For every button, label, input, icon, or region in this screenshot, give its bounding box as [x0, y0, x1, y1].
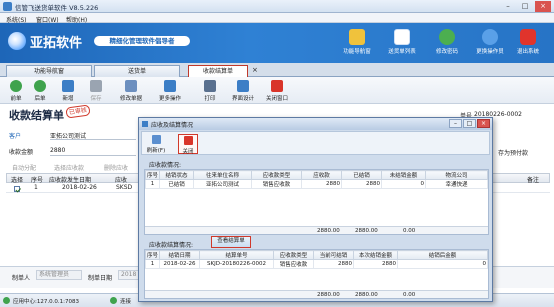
amount-label: 收款金额 [9, 149, 34, 156]
ui-design-button[interactable]: 界面设计 [228, 79, 258, 102]
maximize-icon[interactable]: □ [517, 1, 533, 12]
tab-close-icon[interactable]: × [252, 66, 258, 74]
row-checkbox[interactable] [14, 185, 20, 192]
refresh-button[interactable]: 刷新(F) [146, 134, 166, 154]
print-icon [204, 80, 216, 92]
close-icon[interactable]: × [535, 1, 551, 12]
prev-doc-button[interactable]: 前单 [4, 79, 28, 102]
receivable-grid: 序号 结销状态 往来单位名称 应收款类型 应收款 已结销 未结销金额 物流公司 … [144, 169, 489, 235]
page-title: 收款结算单 [9, 109, 64, 122]
dialog-close-icon[interactable]: × [477, 119, 490, 128]
dialog-close-button[interactable]: 关闭 [178, 134, 198, 155]
delivery-list-button[interactable]: 送货单列表 [378, 27, 426, 61]
window-titlebar: 信管飞送货单软件 V8.5.226 – □ × [0, 0, 554, 13]
table-row[interactable]: 1 2018-02-26 SKJD-20180226-0002 销售应收款 28… [144, 259, 488, 269]
dialog-toolbar: 刷新(F) 关闭 [141, 131, 490, 155]
refresh-icon [151, 135, 161, 144]
close-window-button[interactable]: 关闭窗口 [262, 79, 292, 102]
exit-system-button[interactable]: 退出系统 [504, 27, 552, 61]
print-button[interactable]: 打印 [198, 79, 222, 102]
settlement-grid: 序号 结销日期 结算单号 应收款类型 当前可结销 本次结销金额 结销后金额 1 … [144, 249, 489, 299]
change-password-button[interactable]: 修改密码 [423, 27, 471, 61]
next-doc-button[interactable]: 后单 [28, 79, 52, 102]
more-actions-button[interactable]: 更多操作 [154, 79, 186, 102]
prepay-label: 存为预付款 [498, 150, 529, 157]
main-toolbar: 前单 后单 新增 保存 修改单据 更多操作 打印 界面设计 关闭窗口 [0, 77, 554, 104]
minimize-icon[interactable]: – [500, 1, 516, 12]
new-icon [62, 80, 74, 92]
tab-receipt-settlement[interactable]: 收款结算单 [188, 65, 248, 77]
amount-value[interactable]: 2880 [50, 147, 65, 154]
more-icon [164, 80, 176, 92]
edit-doc-button[interactable]: 修改单据 [116, 79, 146, 102]
menu-bar: 系统(S) 窗口(W) 帮助(H) [0, 13, 554, 24]
next-icon [34, 80, 46, 92]
save-icon [90, 80, 102, 92]
amount-underline [50, 155, 136, 156]
delete-receivable-button[interactable]: 删除应收 [104, 163, 128, 172]
connection-status: 连接 [120, 299, 132, 305]
dialog-app-icon [142, 121, 148, 127]
connection-icon [110, 297, 117, 304]
close-icon [183, 136, 193, 145]
logo-icon [8, 32, 26, 50]
tab-navigation[interactable]: 功能导航窗 [6, 65, 92, 77]
receivable-table: 序号 结销状态 往来单位名称 应收款类型 应收款 已结销 未结销金额 物流公司 … [144, 170, 488, 189]
dialog-maximize-icon[interactable]: □ [463, 119, 476, 128]
tab-strip: 功能导航窗 送货单 收款结算单 × [0, 63, 554, 77]
close-window-icon [271, 80, 283, 92]
save-button[interactable]: 保存 [84, 79, 108, 102]
key-icon [439, 29, 455, 45]
settlement-totals: 2880.00 2880.00 0.00 [145, 290, 488, 298]
dialog-titlebar: 应收及结算情况 – □ × [139, 118, 492, 130]
table-row[interactable]: 1 已结销 亚拓公司测试 销售应收款 2880 2880 0 幸通快递 [144, 179, 488, 189]
edit-icon [125, 80, 137, 92]
auto-assign-button[interactable]: 自动分配 [12, 163, 36, 172]
view-settlement-button[interactable]: 查看结算单 [211, 236, 251, 248]
prev-icon [10, 80, 22, 92]
design-icon [237, 80, 249, 92]
list-icon [394, 29, 410, 45]
settlement-table: 序号 结销日期 结算单号 应收款类型 当前可结销 本次结销金额 结销后金额 1 … [144, 250, 488, 269]
server-status-icon [3, 297, 10, 304]
nav-window-button[interactable]: 功能导航窗 [333, 27, 381, 61]
navigation-icon [349, 29, 365, 45]
customer-label: 客户 [9, 133, 22, 140]
window-title: 信管飞送货单软件 V8.5.226 [15, 4, 99, 12]
maker-label: 制单人 [12, 275, 31, 282]
server-address: 应用中心:127.0.0.1:7083 [13, 299, 79, 305]
power-icon [520, 29, 536, 45]
settlement-section-title: 应收款结算情况: [149, 242, 194, 249]
tab-delivery[interactable]: 送货单 [94, 65, 180, 77]
dialog-minimize-icon[interactable]: – [449, 119, 462, 128]
select-receivable-button[interactable]: 选择应收款 [54, 163, 84, 172]
receivable-settlement-dialog: 应收及结算情况 – □ × 刷新(F) 关闭 应收款情况: 序号 结销状态 往来… [138, 117, 493, 302]
brand-name: 亚拓软件 [30, 36, 83, 51]
app-banner: 亚拓软件 精细化管理软件倡导者 功能导航窗 送货单列表 修改密码 更换操作员 退… [0, 23, 554, 63]
receivable-totals: 2880.00 2880.00 0.00 [145, 226, 488, 234]
customer-underline [50, 139, 136, 140]
receivable-section-title: 应收款情况: [149, 162, 182, 169]
make-date-label: 制单日期 [88, 275, 113, 282]
slogan: 精细化管理软件倡导者 [94, 36, 190, 46]
app-icon [3, 2, 12, 11]
maker-field: 系统管理员 [36, 270, 82, 280]
dialog-title: 应收及结算情况 [151, 122, 194, 129]
new-button[interactable]: 新增 [56, 79, 80, 102]
user-icon [482, 29, 498, 45]
